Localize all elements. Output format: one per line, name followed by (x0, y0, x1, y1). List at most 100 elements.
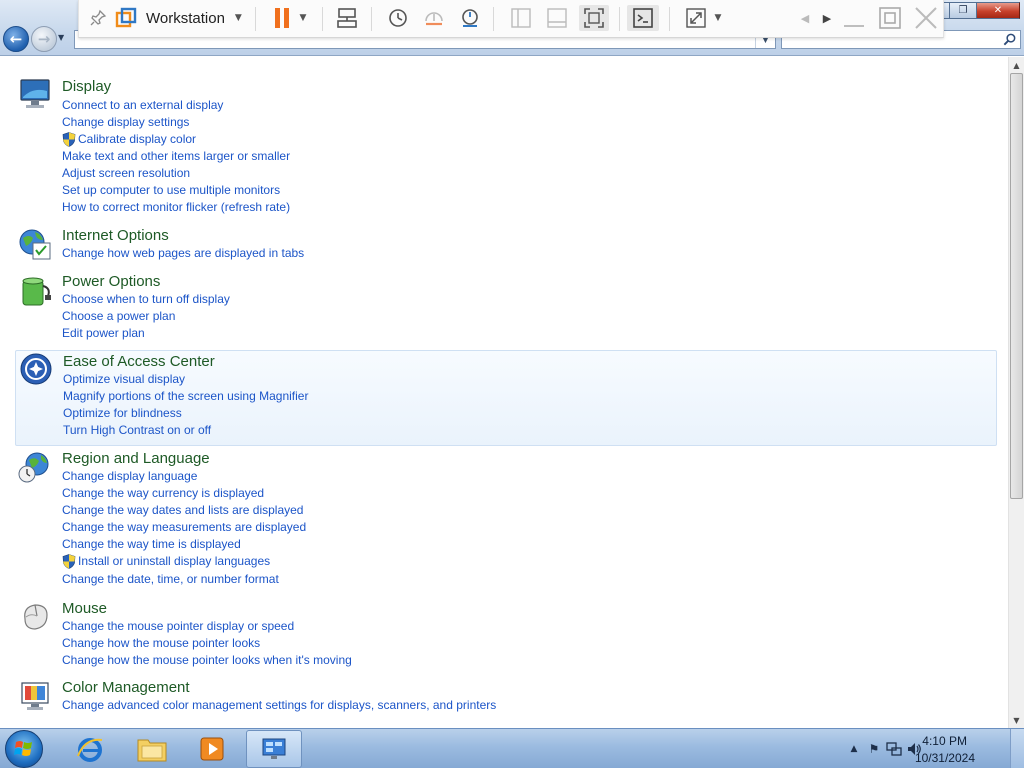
minimize-icon (844, 25, 864, 27)
link-magnifier[interactable]: Magnify portions of the screen using Mag… (63, 389, 308, 403)
link-edit-power-plan[interactable]: Edit power plan (62, 326, 145, 340)
link-text-size[interactable]: Make text and other items larger or smal… (62, 149, 290, 163)
chevron-down-icon: ▼ (234, 13, 242, 23)
restore-icon (879, 7, 901, 29)
toolbar-scroll-left-button[interactable]: ◀ (797, 5, 813, 31)
category-power-options: Power Options Choose when to turn off di… (15, 269, 997, 345)
link-change-display-settings[interactable]: Change display settings (62, 115, 189, 129)
sidebar-panel-icon (511, 8, 531, 28)
link-label: Install or uninstall display languages (78, 554, 271, 568)
chevron-right-icon: ▶ (822, 11, 832, 25)
link-optimize-visual-display[interactable]: Optimize visual display (63, 372, 185, 386)
full-screen-button[interactable] (579, 5, 609, 31)
pause-icon (274, 8, 289, 28)
vmware-logo-icon (115, 7, 137, 28)
category-title[interactable]: Ease of Access Center (63, 353, 215, 370)
category-mouse: Mouse Change the mouse pointer display o… (15, 596, 997, 672)
start-button[interactable] (5, 730, 43, 768)
link-calibrate-display-color[interactable]: Calibrate display color (62, 132, 197, 147)
link-high-contrast[interactable]: Turn High Contrast on or off (63, 423, 211, 437)
category-title[interactable]: Internet Options (62, 227, 169, 244)
link-multiple-monitors[interactable]: Set up computer to use multiple monitors (62, 183, 280, 197)
taskbar-media-player[interactable] (184, 730, 240, 768)
taskbar-windows-explorer[interactable] (124, 730, 180, 768)
close-icon (915, 7, 937, 29)
suspend-button[interactable]: ▼ (265, 5, 313, 31)
chevron-left-icon: ◀ (800, 11, 810, 25)
back-button[interactable]: ← (3, 26, 29, 52)
clock-icon (389, 9, 407, 27)
vm-minimize-button[interactable] (841, 5, 867, 31)
forward-button[interactable]: → (31, 26, 57, 52)
link-pointer-speed[interactable]: Change the mouse pointer display or spee… (62, 619, 294, 633)
link-advanced-color-management[interactable]: Change advanced color management setting… (62, 698, 496, 712)
show-library-button[interactable] (507, 5, 535, 31)
taskbar-control-panel[interactable] (246, 730, 302, 768)
search-icon[interactable] (1002, 32, 1017, 47)
vm-restore-button[interactable] (877, 5, 903, 31)
console-view-button[interactable] (627, 5, 659, 31)
clock-date[interactable]: 10/31/2024 (915, 751, 975, 765)
pin-toolbar-button[interactable] (85, 5, 111, 31)
vertical-scrollbar[interactable]: ▲ ▼ (1008, 57, 1024, 728)
link-web-pages-tabs[interactable]: Change how web pages are displayed in ta… (62, 246, 304, 260)
network-icon[interactable] (886, 741, 902, 757)
category-display: Display Connect to an external display C… (15, 74, 997, 219)
category-title[interactable]: Color Management (62, 679, 190, 696)
taskbar-internet-explorer[interactable] (62, 730, 118, 768)
link-currency[interactable]: Change the way currency is displayed (62, 486, 264, 500)
snapshot-manager-button[interactable] (457, 5, 483, 31)
scroll-up-button[interactable]: ▲ (1009, 57, 1024, 73)
workstation-menu-button[interactable]: Workstation ▼ (115, 5, 245, 31)
category-title[interactable]: Region and Language (62, 450, 210, 467)
folder-icon (137, 739, 167, 762)
category-title[interactable]: Mouse (62, 600, 107, 617)
link-install-display-languages[interactable]: Install or uninstall display languages (62, 554, 271, 569)
show-thumbnail-bar-button[interactable] (543, 5, 571, 31)
revert-snapshot-button[interactable] (421, 5, 447, 31)
control-panel-content: Display Connect to an external display C… (0, 57, 1008, 728)
link-screen-resolution[interactable]: Adjust screen resolution (62, 166, 190, 180)
recent-pages-dropdown[interactable]: ▼ (58, 33, 64, 42)
link-optimize-blindness[interactable]: Optimize for blindness (63, 406, 182, 420)
show-desktop-button[interactable] (1010, 729, 1024, 768)
link-time-display[interactable]: Change the way time is displayed (62, 537, 241, 551)
restore-button[interactable]: ❐ (949, 2, 976, 19)
link-connect-external-display[interactable]: Connect to an external display (62, 98, 223, 112)
link-power-plan[interactable]: Choose a power plan (62, 309, 175, 323)
category-color-management: Color Management Change advanced color m… (15, 676, 997, 718)
scrollbar-thumb[interactable] (1010, 73, 1023, 499)
mouse-icon (24, 604, 48, 630)
link-pointer-looks[interactable]: Change how the mouse pointer looks (62, 636, 260, 650)
vm-close-button[interactable] (913, 5, 939, 31)
link-dates-lists[interactable]: Change the way dates and lists are displ… (62, 503, 303, 517)
link-date-time-number-format[interactable]: Change the date, time, or number format (62, 572, 279, 586)
category-title[interactable]: Power Options (62, 273, 160, 290)
snapshot-manager-icon (462, 9, 478, 27)
link-pointer-moving[interactable]: Change how the mouse pointer looks when … (62, 653, 352, 667)
category-title[interactable]: Display (62, 78, 111, 95)
send-ctrl-alt-del-button[interactable] (333, 5, 361, 31)
region-language-icon (18, 452, 49, 483)
terminal-icon (633, 8, 653, 28)
ease-of-access-icon (20, 353, 52, 385)
action-center-flag-icon[interactable]: ⚑ (866, 741, 882, 757)
full-screen-icon (584, 8, 604, 28)
windows-logo-icon (14, 741, 32, 756)
uac-shield-icon (62, 132, 76, 147)
link-turn-off-display[interactable]: Choose when to turn off display (62, 292, 230, 306)
snapshot-button[interactable] (385, 5, 411, 31)
clock-time[interactable]: 4:10 PM (922, 734, 967, 748)
media-player-icon (200, 737, 224, 761)
stretch-guest-button[interactable]: ▼ (679, 5, 727, 31)
category-ease-of-access[interactable]: Ease of Access Center Optimize visual di… (15, 350, 997, 446)
vm-toolbar: Workstation ▼ ▼ ▼ ◀ ▶ (78, 0, 944, 38)
link-measurements[interactable]: Change the way measurements are displaye… (62, 520, 306, 534)
scroll-down-button[interactable]: ▼ (1009, 712, 1024, 728)
link-monitor-flicker[interactable]: How to correct monitor flicker (refresh … (62, 200, 290, 214)
show-hidden-icons-button[interactable]: ▲ (846, 741, 862, 757)
link-display-language[interactable]: Change display language (62, 469, 197, 483)
close-button[interactable]: ✕ (976, 2, 1020, 19)
link-label: Calibrate display color (78, 132, 197, 146)
toolbar-scroll-right-button[interactable]: ▶ (819, 5, 835, 31)
